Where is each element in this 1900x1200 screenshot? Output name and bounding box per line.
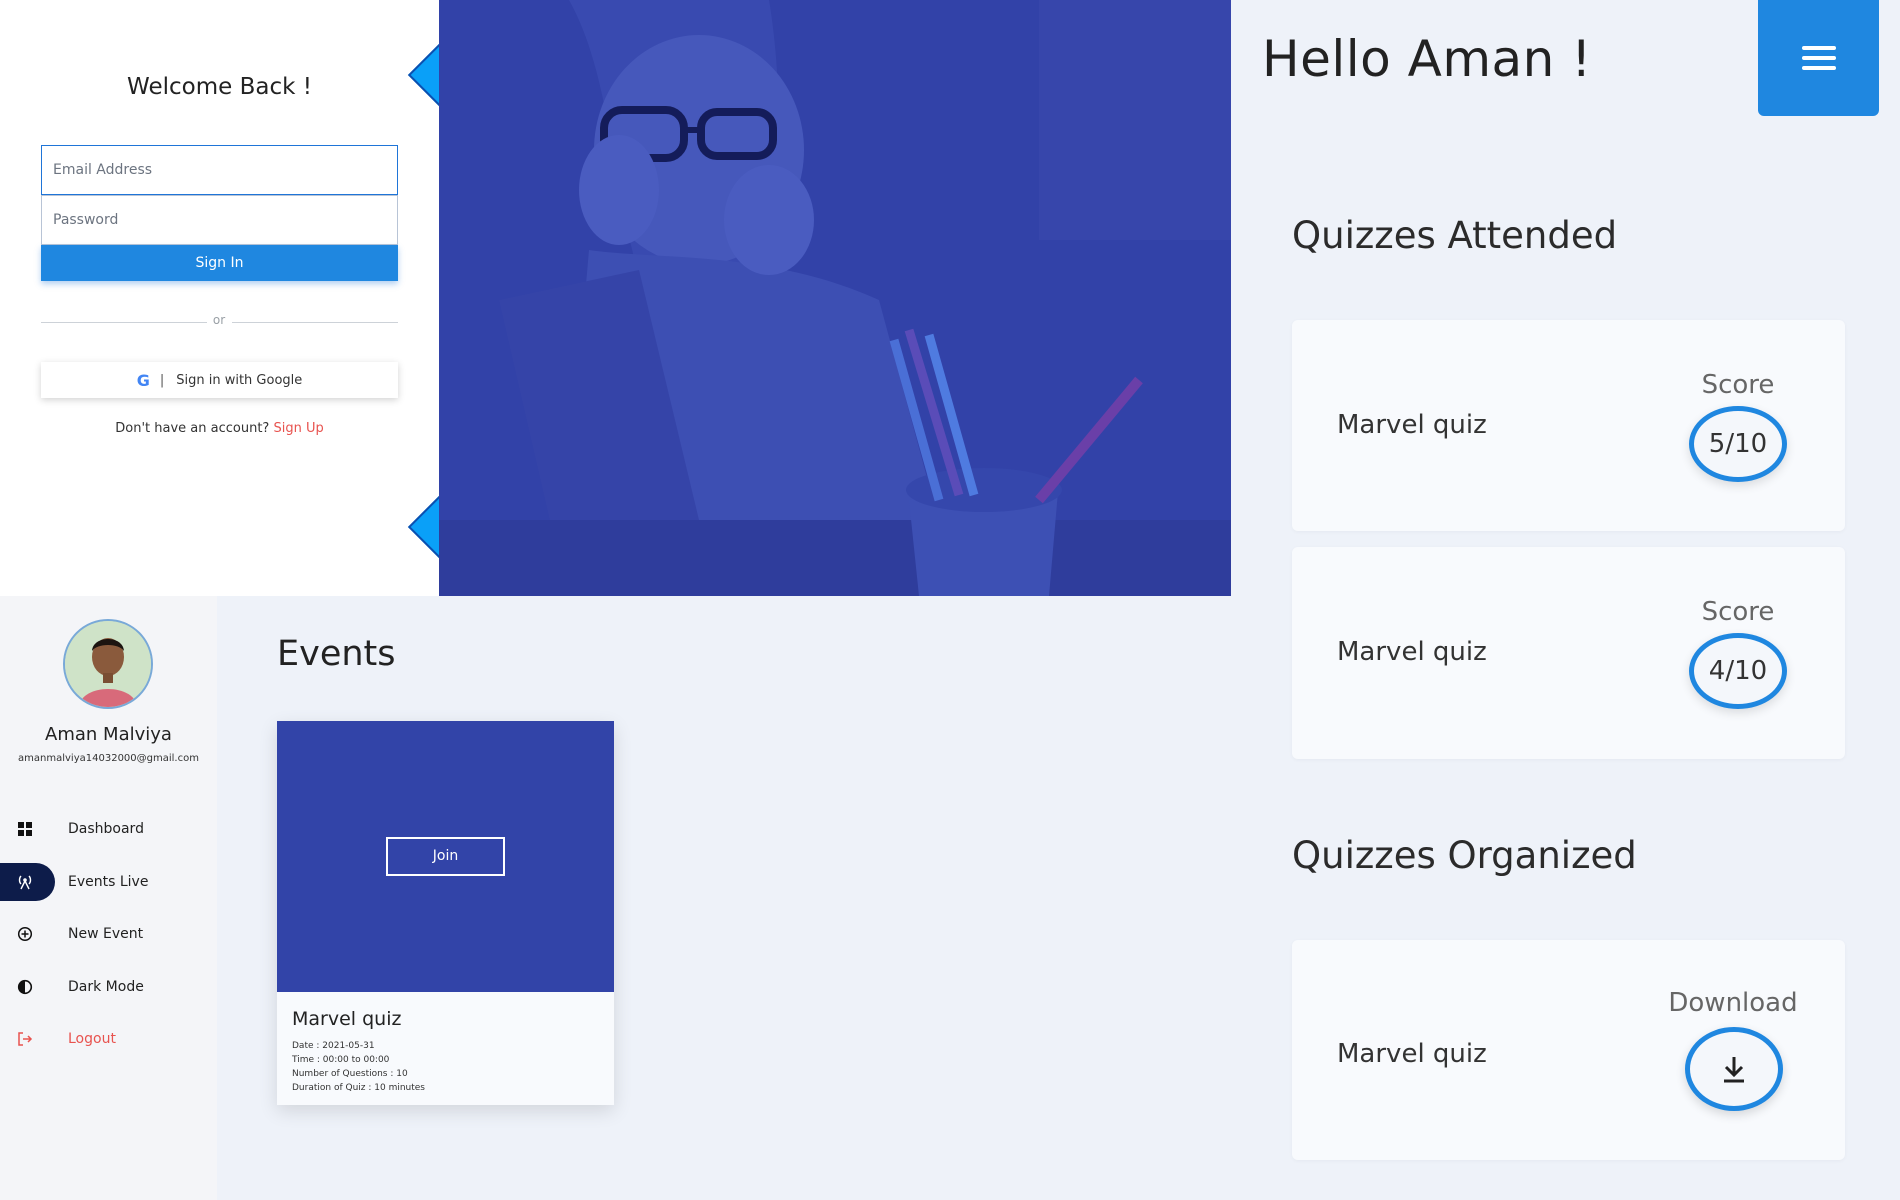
plus-circle-icon — [16, 925, 34, 943]
event-questions: Number of Questions : 10 — [292, 1069, 408, 1079]
no-account-text: Don't have an account? — [115, 421, 270, 436]
quizzes-attended-title: Quizzes Attended — [1292, 214, 1618, 257]
event-banner: Join — [277, 721, 614, 992]
google-separator: | — [159, 372, 165, 388]
dashboard-panel: Hello Aman ! Quizzes Attended Marvel qui… — [1231, 0, 1900, 1200]
nav-label: New Event — [68, 926, 144, 942]
signup-link[interactable]: Sign Up — [273, 421, 323, 436]
broadcast-icon — [16, 873, 34, 891]
or-text: or — [212, 313, 226, 327]
attended-quiz-card[interactable]: Marvel quiz Score 5/10 — [1292, 320, 1845, 531]
score-badge: 4/10 — [1689, 633, 1787, 709]
profile-name: Aman Malviya — [45, 724, 172, 745]
divider-left — [41, 322, 207, 323]
organized-quiz-card[interactable]: Marvel quiz Download — [1292, 940, 1845, 1160]
google-icon: G — [136, 370, 150, 390]
avatar-photo — [65, 621, 151, 707]
menu-icon-bar — [1801, 46, 1836, 50]
logout-icon — [16, 1030, 34, 1048]
quiz-name: Marvel quiz — [1337, 637, 1487, 667]
hero-image — [439, 0, 1231, 596]
app-collage: Welcome Back ! Email Address Password Si… — [0, 0, 1900, 1200]
quiz-name: Marvel quiz — [1337, 1039, 1487, 1069]
login-panel: Welcome Back ! Email Address Password Si… — [0, 0, 439, 596]
sidebar: Aman Malviya amanmalviya14032000@gmail.c… — [0, 596, 217, 1200]
event-duration: Duration of Quiz : 10 minutes — [292, 1083, 425, 1093]
nav-label: Logout — [68, 1031, 116, 1047]
download-label: Download — [1668, 988, 1798, 1018]
score-badge: 5/10 — [1689, 406, 1787, 482]
quizzes-organized-title: Quizzes Organized — [1292, 834, 1637, 877]
nav-item-logout[interactable]: Logout — [0, 1020, 217, 1058]
quiz-name: Marvel quiz — [1337, 410, 1487, 440]
email-field[interactable]: Email Address — [41, 145, 398, 195]
google-signin-button[interactable]: G | Sign in with Google — [41, 362, 398, 398]
event-time: Time : 00:00 to 00:00 — [292, 1055, 390, 1065]
download-button[interactable] — [1685, 1027, 1783, 1111]
signin-button[interactable]: Sign In — [41, 245, 398, 281]
menu-button[interactable] — [1758, 0, 1879, 116]
nav-item-dashboard[interactable]: Dashboard — [0, 810, 217, 848]
menu-icon-bar — [1801, 56, 1836, 60]
half-circle-icon — [16, 978, 34, 996]
menu-icon-bar — [1801, 66, 1836, 70]
score-label: Score — [1701, 370, 1775, 400]
join-button[interactable]: Join — [386, 837, 505, 876]
grid-icon — [16, 820, 34, 838]
nav-item-events-live[interactable]: Events Live — [0, 863, 217, 901]
login-title: Welcome Back ! — [127, 74, 312, 100]
divider-right — [232, 322, 398, 323]
download-icon — [1724, 1057, 1744, 1083]
password-field[interactable]: Password — [41, 195, 398, 245]
greeting-title: Hello Aman ! — [1262, 30, 1592, 88]
event-card: Join Marvel quiz Date : 2021-05-31 Time … — [277, 721, 614, 1105]
hero-illustration — [439, 0, 1231, 596]
avatar[interactable] — [63, 619, 153, 709]
nav-item-dark-mode[interactable]: Dark Mode — [0, 968, 217, 1006]
events-title: Events — [277, 634, 396, 674]
profile-email: amanmalviya14032000@gmail.com — [18, 753, 199, 764]
nav-item-new-event[interactable]: New Event — [0, 915, 217, 953]
signup-row: Don't have an account? Sign Up — [0, 421, 439, 436]
events-area: Events Join Marvel quiz Date : 2021-05-3… — [217, 596, 1231, 1200]
event-date: Date : 2021-05-31 — [292, 1041, 375, 1051]
score-label: Score — [1701, 597, 1775, 627]
nav-label: Events Live — [68, 874, 149, 890]
event-name: Marvel quiz — [292, 1008, 402, 1030]
nav-label: Dashboard — [68, 821, 144, 837]
nav-label: Dark Mode — [68, 979, 144, 995]
google-signin-label: Sign in with Google — [176, 372, 303, 388]
attended-quiz-card[interactable]: Marvel quiz Score 4/10 — [1292, 547, 1845, 759]
